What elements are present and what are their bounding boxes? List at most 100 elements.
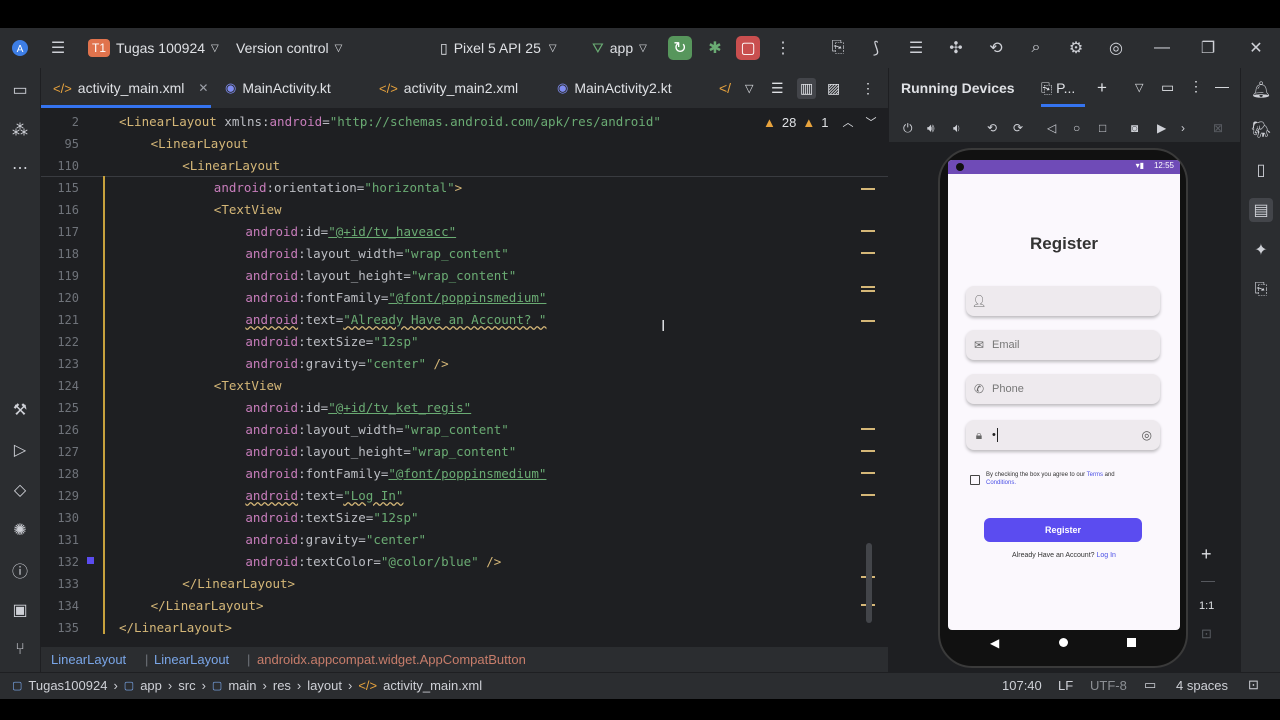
register-button[interactable]: Register — [984, 518, 1142, 542]
tab-activity-main2-xml[interactable]: </> activity_main2.xml — [379, 68, 518, 108]
code-line[interactable]: </LinearLayout> — [182, 576, 295, 591]
readonly-toggle-icon[interactable]: ▭ — [1144, 677, 1156, 693]
folder-icon[interactable]: ▭ — [8, 78, 32, 102]
tab-mainactivity-kt[interactable]: ◉ MainActivity.kt — [225, 68, 331, 108]
code-line[interactable]: <LinearLayout — [182, 158, 280, 173]
running-devices-icon[interactable]: ▤ — [1249, 198, 1273, 222]
volume-up-icon[interactable]: 🔊︎ — [927, 121, 935, 136]
tab-list-chevron-icon[interactable]: ▽ — [745, 68, 753, 108]
back-nav-icon[interactable]: ◀ — [990, 636, 999, 650]
app-inspection-icon[interactable]: ✺ — [8, 518, 32, 542]
code-line[interactable]: android:fontFamily="@font/poppinsmedium" — [245, 290, 546, 305]
indent-setting[interactable]: 4 spaces — [1176, 678, 1228, 693]
code-line[interactable]: android:text="Log In" — [245, 488, 403, 503]
path-item[interactable]: app — [140, 678, 162, 693]
device-manager-icon[interactable]: ▯ — [1249, 158, 1273, 182]
more-options-icon[interactable]: ⋮ — [861, 68, 875, 108]
structure-icon[interactable]: ⁂ — [8, 118, 32, 142]
close-icon[interactable]: ✕ — [1244, 36, 1268, 60]
back-icon[interactable]: ◁ — [1047, 121, 1056, 135]
device-selector[interactable]: ▯ Pixel 5 API 25 ▽ — [440, 28, 557, 68]
path-item[interactable]: activity_main.xml — [383, 678, 482, 693]
code-line[interactable]: android:id="@+id/tv_haveacc" — [245, 224, 456, 239]
translate-icon[interactable]: ⟆ — [864, 36, 888, 60]
conditions-link[interactable]: Conditions. — [986, 480, 1016, 486]
code-line[interactable]: </LinearLayout> — [119, 620, 232, 635]
code-line[interactable]: android:fontFamily="@font/poppinsmedium" — [245, 466, 546, 481]
terminal-icon[interactable]: ▣ — [8, 598, 32, 622]
code-line[interactable]: android:gravity="center" — [245, 532, 426, 547]
run-icon[interactable]: ▷ — [8, 438, 32, 462]
cursor-position[interactable]: 107:40 — [1002, 678, 1042, 693]
tab-activity-main-xml[interactable]: </> activity_main.xml ✕ — [53, 68, 208, 108]
code-line[interactable]: <TextView — [214, 202, 282, 217]
restore-icon[interactable]: ❐ — [1196, 36, 1220, 60]
home-icon[interactable]: ○ — [1073, 121, 1080, 135]
vertical-scrollbar[interactable] — [866, 543, 872, 623]
visibility-off-icon[interactable]: ◎ — [1142, 428, 1152, 442]
zoom-in-icon[interactable]: + — [1201, 544, 1212, 565]
terms-checkbox[interactable] — [970, 475, 980, 485]
code-line[interactable]: android:layout_width="wrap_content" — [245, 422, 508, 437]
code-line[interactable]: android:textColor="@color/blue" /> — [245, 554, 501, 569]
phone-field[interactable]: ✆ Phone — [966, 374, 1160, 404]
path-item[interactable]: main — [228, 678, 256, 693]
add-device-icon[interactable]: + — [1097, 78, 1107, 98]
rotate-right-icon[interactable]: ⟳ — [1013, 121, 1023, 135]
stop-icon[interactable]: ▢ — [736, 36, 760, 60]
close-tab-icon[interactable]: ✕ — [198, 81, 208, 95]
breadcrumb-item[interactable]: LinearLayout — [51, 652, 126, 667]
code-line[interactable]: android:layout_width="wrap_content" — [245, 246, 508, 261]
code-line[interactable]: <TextView — [214, 378, 282, 393]
run-config-selector[interactable]: ⛛ app ▽ — [592, 28, 647, 68]
search-icon[interactable]: ⌕ — [1024, 36, 1048, 60]
code-line[interactable]: <LinearLayout xmlns:android="http://sche… — [119, 114, 661, 129]
device-explorer-icon[interactable]: ⎘ — [1249, 278, 1273, 302]
plugin-icon[interactable]: ✣ — [944, 36, 968, 60]
device-tab[interactable]: ⎘ P... — [1041, 80, 1075, 97]
lock-icon[interactable]: ⊡ — [1248, 677, 1259, 693]
hamburger-menu-icon[interactable]: ☰ — [46, 36, 70, 60]
hide-panel-icon[interactable]: — — [1215, 78, 1229, 94]
minimize-icon[interactable]: — — [1150, 36, 1174, 60]
color-swatch-icon[interactable] — [87, 557, 94, 564]
code-editor[interactable]: 2 <LinearLayout xmlns:android="http://sch… — [41, 108, 888, 646]
git-icon[interactable]: ⑂ — [8, 638, 32, 662]
code-view-icon[interactable]: ☰ — [771, 68, 784, 108]
login-link[interactable]: Log In — [1096, 552, 1115, 559]
project-selector[interactable]: T1 Tugas 100924 ▽ — [88, 28, 219, 68]
path-item[interactable]: layout — [307, 678, 342, 693]
volume-down-icon[interactable]: 🔉︎ — [953, 121, 961, 136]
code-line[interactable]: </LinearLayout> — [151, 598, 264, 613]
code-line[interactable]: android:layout_height="wrap_content" — [245, 268, 516, 283]
design-view-icon[interactable]: ▨ — [827, 68, 840, 108]
zoom-actual-size[interactable]: 1:1 — [1199, 600, 1214, 612]
path-item[interactable]: src — [178, 678, 195, 693]
gem-icon[interactable]: ◇ — [8, 478, 32, 502]
chevron-up-icon[interactable]: ︿ — [842, 114, 853, 130]
overview-icon[interactable]: □ — [1099, 121, 1106, 135]
split-view-icon[interactable]: ▥ — [793, 68, 820, 108]
code-line[interactable]: android:id="@+id/tv_ket_regis" — [245, 400, 471, 415]
email-field[interactable]: ✉ Email — [966, 330, 1160, 360]
android-studio-logo-icon[interactable]: A — [8, 36, 32, 60]
build-icon[interactable]: ⚒ — [8, 398, 32, 422]
device-screen[interactable]: 12:55 ▾▮ Register 👤︎ ✉ Email ✆ Phone 🔒︎ … — [948, 160, 1180, 630]
breadcrumb-item[interactable]: androidx.appcompat.widget.AppCompatButto… — [257, 652, 526, 667]
more-tools-icon[interactable]: ⋯ — [8, 156, 32, 180]
tab-mainactivity2-kt[interactable]: ◉ MainActivity2.kt — [557, 68, 672, 108]
terms-link[interactable]: Terms — [1087, 472, 1103, 478]
problems-icon[interactable]: ⓘ — [8, 558, 32, 582]
apply-changes-icon[interactable]: ↻ — [668, 36, 692, 60]
xml-file-icon[interactable]: </ — [719, 68, 731, 108]
password-field[interactable]: 🔒︎ • ◎ — [966, 420, 1160, 450]
debug-icon[interactable]: ✱ — [703, 36, 727, 60]
gradle-icon[interactable]: 🐘︎ — [1249, 118, 1273, 142]
name-field[interactable]: 👤︎ — [966, 286, 1160, 316]
code-line[interactable]: android:orientation="horizontal"> — [214, 180, 462, 195]
gear-icon[interactable]: ⚙ — [1064, 36, 1088, 60]
account-icon[interactable]: ◎ — [1104, 36, 1128, 60]
chevron-right-icon[interactable]: › — [1181, 121, 1185, 135]
notifications-icon[interactable]: 🔔︎ — [1249, 78, 1273, 102]
more-actions-icon[interactable]: ⋮ — [771, 36, 795, 60]
